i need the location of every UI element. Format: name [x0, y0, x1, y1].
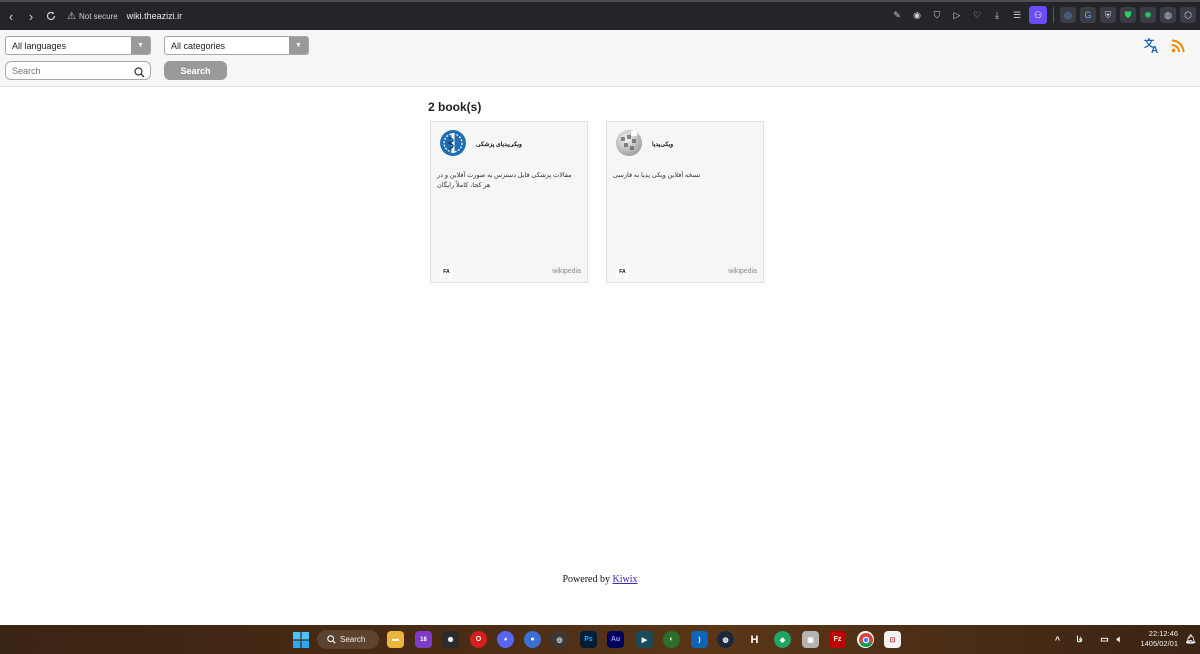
profile-icon[interactable]: ⚇: [1029, 6, 1047, 24]
browser-toolbar: ‹ › ⚠ Not secure wiki.theazizi.ir ✎ ◉ ⛉ …: [0, 0, 1200, 30]
address-bar[interactable]: ⚠ Not secure wiki.theazizi.ir: [67, 11, 182, 22]
filezilla-icon[interactable]: Fz: [829, 631, 846, 648]
translate-extension-icon[interactable]: G: [1080, 7, 1096, 23]
extension-circle-icon[interactable]: ◎: [1060, 7, 1076, 23]
photoshop-icon[interactable]: Ps: [580, 631, 597, 648]
camera-icon[interactable]: ◉: [909, 7, 925, 23]
play-icon[interactable]: ▷: [949, 7, 965, 23]
language-badge: FA: [616, 266, 629, 278]
vscode-icon[interactable]: ⟩: [691, 631, 708, 648]
system-clock[interactable]: 22:12:46 1405/02/01: [1130, 629, 1178, 649]
clock-time: 22:12:46: [1148, 629, 1178, 638]
audition-icon[interactable]: Au: [607, 631, 624, 648]
keyboard-language-indicator[interactable]: فا: [1071, 631, 1088, 648]
wikipedia-globe-logo-icon: [615, 129, 643, 157]
shield-icon[interactable]: ⛉: [929, 7, 945, 23]
kiwix-link[interactable]: Kiwix: [613, 574, 638, 585]
obs-icon[interactable]: ◎: [551, 631, 568, 648]
chatgpt-extension-icon[interactable]: ✺: [1140, 7, 1156, 23]
notification-badge: 18: [420, 636, 427, 643]
browser-app-icon[interactable]: ●: [524, 631, 541, 648]
category-select-value: All categories: [171, 40, 226, 51]
svg-text:A: A: [1151, 45, 1158, 54]
forward-icon[interactable]: ›: [21, 6, 41, 26]
volume-icon[interactable]: 🔈︎: [1111, 631, 1128, 648]
reload-icon[interactable]: [41, 6, 61, 26]
chatgpt-icon[interactable]: ✺: [442, 631, 459, 648]
vpn-extension-icon[interactable]: ⛊: [1120, 7, 1136, 23]
taskbar-search-label: Search: [340, 635, 366, 644]
globe-extension-icon[interactable]: ◍: [1160, 7, 1176, 23]
discord-icon[interactable]: ◕: [497, 631, 514, 648]
book-title[interactable]: ویکی‌پدیا: [652, 141, 673, 148]
translate-icon[interactable]: 文 A: [1143, 37, 1160, 54]
h-app-icon[interactable]: H: [746, 631, 763, 648]
chevron-down-icon[interactable]: ▼: [131, 37, 150, 54]
language-select[interactable]: All languages ▼: [5, 36, 151, 55]
book-tag[interactable]: wikipedia: [552, 268, 581, 275]
toolbar-divider: [1053, 7, 1054, 23]
terminal-app-icon[interactable]: ▶: [636, 631, 653, 648]
category-select[interactable]: All categories ▼: [164, 36, 309, 55]
url-text[interactable]: wiki.theazizi.ir: [127, 11, 183, 21]
language-select-value: All languages: [12, 40, 67, 51]
edit-page-icon[interactable]: ✎: [889, 7, 905, 23]
book-card[interactable]: ویکی‌پدیای پزشکی مقالات پزشکی قابل دسترس…: [430, 121, 588, 283]
green-app-icon[interactable]: ◆: [774, 631, 791, 648]
colorful-app-icon[interactable]: ◐: [663, 631, 680, 648]
warning-icon: ⚠: [67, 10, 76, 22]
heart-icon[interactable]: ♡: [969, 7, 985, 23]
steam-icon[interactable]: ◍: [717, 631, 734, 648]
shield-extension-icon[interactable]: ⛨: [1100, 7, 1116, 23]
book-description: نسخه آفلاین ویکی پدیا به فارسی: [613, 172, 701, 179]
footer-prefix: Powered by: [562, 574, 611, 585]
taskbar: Search ▬ 18 ✺ O ◕ ● ◎ Ps Au ▶ ◐ ⟩ ◍ H ◆ …: [0, 625, 1200, 654]
notification-bell-icon[interactable]: 🔔︎: [1182, 631, 1199, 648]
windows-start-icon[interactable]: [292, 631, 309, 648]
chrome-icon[interactable]: [857, 631, 874, 648]
opera-icon[interactable]: O: [470, 631, 487, 648]
book-description: مقالات پزشکی قابل دسترس به صورت آفلاین و…: [437, 172, 572, 189]
download-icon[interactable]: ⤓: [989, 7, 1005, 23]
security-label: Not secure: [78, 11, 118, 21]
clock-date: 1405/02/01: [1140, 639, 1178, 648]
language-badge: FA: [440, 266, 453, 278]
snipping-app-icon[interactable]: ⊡: [884, 631, 901, 648]
book-tag[interactable]: wikipedia: [728, 268, 757, 275]
chevron-down-icon[interactable]: ▼: [289, 37, 308, 54]
back-icon[interactable]: ‹: [1, 6, 21, 26]
search-field[interactable]: [5, 61, 151, 80]
search-icon: [327, 635, 336, 644]
file-explorer-icon[interactable]: ▬: [387, 631, 404, 648]
network-app-icon[interactable]: ▣: [802, 631, 819, 648]
taskbar-search[interactable]: Search: [317, 630, 379, 649]
menu-icon[interactable]: ☰: [1009, 7, 1025, 23]
search-icon[interactable]: [134, 65, 145, 83]
cube-extension-icon[interactable]: ⬡: [1180, 7, 1196, 23]
book-title[interactable]: ویکی‌پدیای پزشکی: [476, 141, 522, 148]
kiwix-filter-header: All languages ▼ All categories ▼ Search …: [0, 30, 1200, 87]
search-input[interactable]: [6, 65, 126, 76]
chevron-up-icon[interactable]: ^: [1049, 631, 1066, 648]
search-button[interactable]: Search: [164, 61, 227, 80]
medical-wikipedia-logo-icon: [439, 129, 467, 157]
browser-toolbar-icons: ✎ ◉ ⛉ ▷ ♡ ⤓ ☰ ⚇ ◎ G ⛨ ⛊ ✺ ◍ ⬡: [889, 6, 1196, 24]
book-card[interactable]: ویکی‌پدیا نسخه آفلاین ویکی پدیا به فارسی…: [606, 121, 764, 283]
rss-feed-icon[interactable]: [1169, 37, 1186, 54]
page-footer: Powered by Kiwix: [0, 574, 1200, 585]
app-notification-icon[interactable]: 18: [415, 631, 432, 648]
book-count-heading: 2 book(s): [428, 100, 482, 114]
